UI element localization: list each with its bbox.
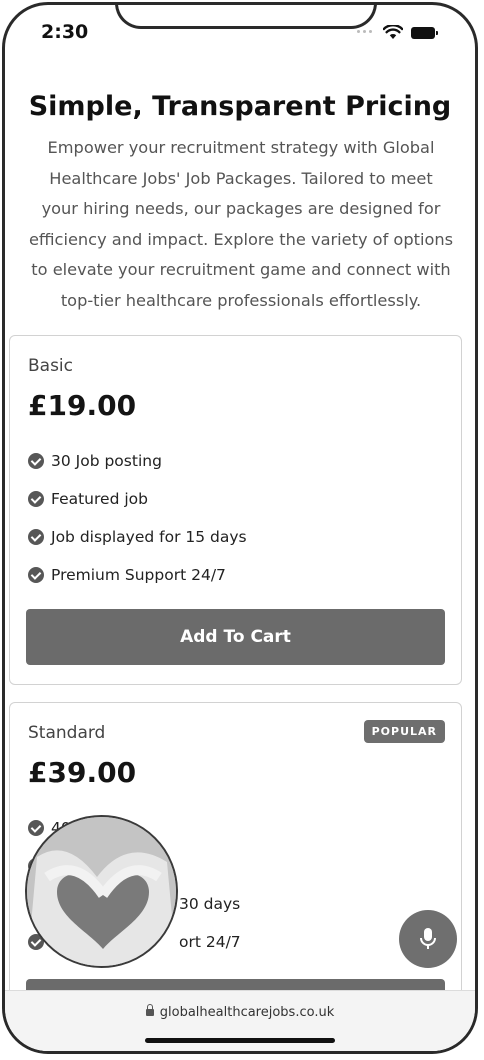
feature-label: ort 24/7: [179, 933, 241, 951]
intro-line: Empower your recruitment strategy with G…: [47, 138, 435, 157]
feature-label: Job displayed for 15 days: [51, 528, 247, 546]
check-circle-icon: [28, 529, 44, 545]
check-circle-icon: [28, 820, 44, 836]
home-indicator[interactable]: [145, 1038, 335, 1043]
add-to-cart-button[interactable]: Add To Cart: [26, 609, 445, 665]
status-icons: [357, 25, 438, 40]
battery-icon: [411, 26, 438, 39]
check-circle-icon: [28, 567, 44, 583]
feature-list: 30 Job posting Featured job Job displaye…: [28, 442, 247, 594]
feature-label: 30 days: [179, 895, 241, 913]
check-circle-icon: [28, 453, 44, 469]
check-circle-icon: [28, 491, 44, 507]
feature-label: Premium Support 24/7: [51, 566, 226, 584]
plan-name: Standard: [28, 723, 106, 743]
url-text: globalhealthcarejobs.co.uk: [159, 1005, 335, 1020]
feature-item: 30 Job posting: [28, 442, 247, 480]
url-display[interactable]: globalhealthcarejobs.co.uk: [5, 1004, 475, 1020]
feature-item: Premium Support 24/7: [28, 556, 247, 594]
status-time: 2:30: [41, 21, 89, 43]
popular-badge: POPULAR: [363, 720, 445, 743]
plan-name: Basic: [28, 356, 74, 376]
feature-item: Featured job: [28, 480, 247, 518]
intro-line: Healthcare Jobs' Job Packages. Tailored …: [49, 168, 433, 188]
microphone-icon: [420, 928, 436, 949]
page-title: Simple, Transparent Pricing: [28, 91, 452, 122]
plan-price: £19.00: [28, 389, 137, 422]
feature-label: Featured job: [51, 490, 148, 508]
mic-button[interactable]: [399, 910, 457, 968]
plan-price: £39.00: [28, 756, 137, 789]
browser-address-bar[interactable]: globalhealthcarejobs.co.uk: [5, 990, 475, 1051]
feature-label: 30 Job posting: [51, 452, 162, 470]
phone-frame: 2:30 Simple, Transparent Pricing Empower…: [2, 2, 478, 1054]
intro-line: your hiring needs, our packages are desi…: [41, 199, 441, 218]
wifi-icon: [383, 25, 403, 39]
intro-text: Empower your recruitment strategy with G…: [15, 133, 467, 316]
intro-line: top-tier healthcare professionals effort…: [60, 290, 422, 310]
signal-icon: [357, 29, 375, 36]
notch: [115, 5, 377, 29]
heart-hands-image: [27, 817, 176, 966]
intro-line: to elevate your recruitment game and con…: [31, 260, 451, 279]
feature-item: Job displayed for 15 days: [28, 518, 247, 556]
intro-line: efficiency and impact. Explore the varie…: [28, 229, 454, 249]
lock-icon: [145, 1004, 154, 1016]
video-bubble[interactable]: [25, 815, 178, 968]
pricing-card-basic: Basic £19.00 30 Job posting Featured job…: [9, 335, 462, 685]
